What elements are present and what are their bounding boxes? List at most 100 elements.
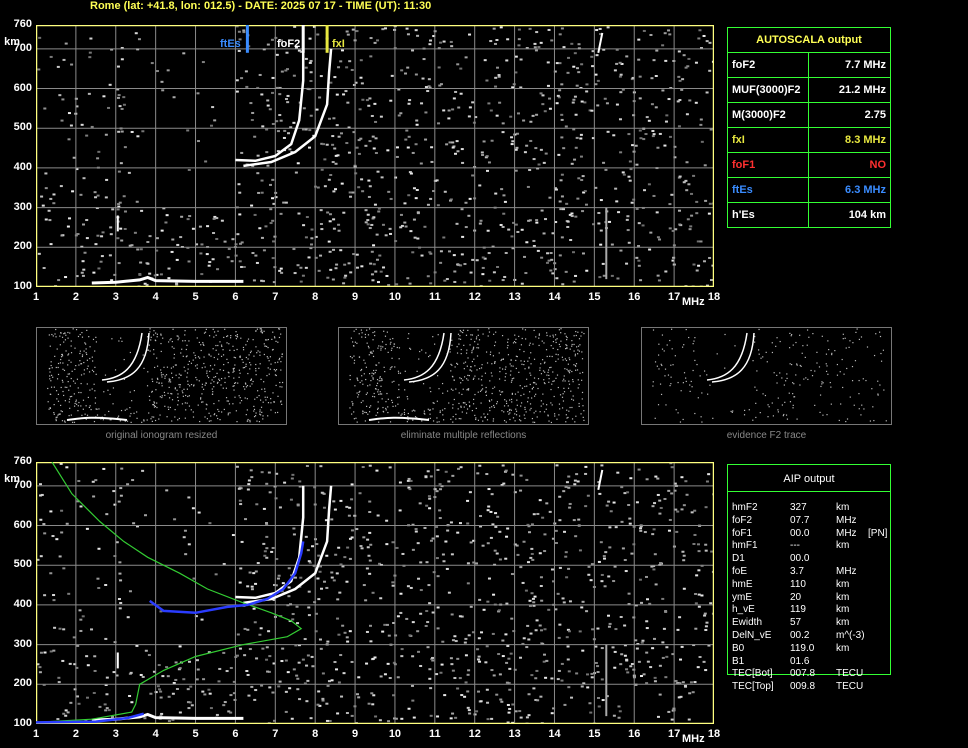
thumbnail-pixel xyxy=(224,377,226,379)
noise-pixel xyxy=(567,475,571,478)
noise-pixel xyxy=(449,40,453,43)
noise-pixel xyxy=(637,222,641,225)
thumbnail-pixel xyxy=(487,413,489,415)
thumbnail-pixel xyxy=(508,413,510,415)
noise-pixel xyxy=(317,554,321,557)
noise-pixel xyxy=(675,530,679,533)
noise-pixel xyxy=(486,718,490,721)
thumbnail-pixel xyxy=(842,333,844,335)
thumbnail-pixel xyxy=(537,378,540,380)
noise-pixel xyxy=(598,492,602,495)
thumbnail-pixel xyxy=(66,386,68,388)
noise-pixel xyxy=(680,88,684,91)
noise-pixel xyxy=(530,674,534,677)
thumbnail-pixel xyxy=(571,398,573,400)
noise-pixel xyxy=(583,190,587,193)
noise-pixel xyxy=(467,115,471,118)
noise-pixel xyxy=(703,164,707,167)
thumbnail-pixel xyxy=(238,395,240,397)
noise-pixel xyxy=(487,161,491,164)
thumbnail-pixel xyxy=(261,332,264,334)
noise-pixel xyxy=(260,93,264,96)
noise-pixel xyxy=(385,623,389,626)
thumbnail-pixel xyxy=(476,347,478,349)
thumbnail-pixel xyxy=(664,375,666,377)
noise-pixel xyxy=(709,602,713,605)
noise-pixel xyxy=(642,673,646,676)
noise-pixel xyxy=(96,194,100,197)
noise-pixel xyxy=(625,262,629,265)
thumbnail-pixel xyxy=(385,407,387,410)
noise-pixel xyxy=(105,513,109,516)
thumbnail-pixel xyxy=(262,401,264,403)
thumbnail-pixel xyxy=(208,420,210,422)
thumbnail-pixel xyxy=(753,341,756,343)
noise-pixel xyxy=(350,498,354,501)
thumbnail-pixel xyxy=(724,333,726,336)
noise-pixel xyxy=(490,717,494,720)
thumbnail-pixel xyxy=(520,344,523,346)
noise-pixel xyxy=(566,220,570,223)
autoscala-output-table: AUTOSCALA output foF2 7.7 MHz MUF(3000)F2 2… xyxy=(727,27,891,228)
thumbnail-pixel xyxy=(503,411,505,413)
noise-pixel xyxy=(161,89,165,92)
thumbnail-pixel xyxy=(67,373,69,375)
thumbnail-pixel xyxy=(184,402,186,404)
thumbnail-pixel xyxy=(59,362,62,364)
noise-pixel xyxy=(284,98,288,101)
noise-pixel xyxy=(485,79,489,82)
thumbnail-pixel xyxy=(468,401,470,403)
noise-pixel xyxy=(493,42,497,45)
noise-pixel xyxy=(697,593,701,596)
noise-pixel xyxy=(76,233,80,236)
noise-pixel xyxy=(345,66,349,69)
noise-pixel xyxy=(44,172,48,175)
thumbnail-pixel xyxy=(172,328,174,330)
thumbnail-pixel xyxy=(80,382,82,385)
thumbnail-pixel xyxy=(786,418,789,420)
noise-pixel xyxy=(566,71,570,74)
noise-pixel xyxy=(154,691,158,694)
noise-pixel xyxy=(535,113,539,116)
thumbnail-pixel xyxy=(86,329,88,332)
thumbnail-pixel xyxy=(371,372,373,374)
thumbnail-f2-trace xyxy=(403,332,445,381)
thumbnail-pixel xyxy=(799,364,801,367)
x-tick-label: 13 xyxy=(508,728,521,740)
noise-pixel xyxy=(486,509,490,512)
noise-pixel xyxy=(617,211,621,214)
noise-pixel xyxy=(497,653,501,656)
noise-pixel xyxy=(235,465,239,468)
noise-pixel xyxy=(629,168,633,171)
thumbnail-pixel xyxy=(246,340,249,342)
noise-pixel xyxy=(67,138,71,141)
noise-pixel xyxy=(542,653,546,656)
noise-pixel xyxy=(607,500,611,503)
noise-pixel xyxy=(697,550,701,553)
thumbnail-pixel xyxy=(173,353,176,356)
thumbnail-pixel xyxy=(86,353,88,356)
noise-pixel xyxy=(330,518,334,521)
noise-pixel xyxy=(457,106,461,109)
noise-pixel xyxy=(519,566,523,569)
thumbnail-pixel xyxy=(400,414,402,416)
noise-pixel xyxy=(527,219,531,222)
noise-pixel xyxy=(325,554,329,557)
noise-pixel xyxy=(200,618,204,621)
thumbnail-pixel xyxy=(153,330,155,332)
noise-pixel xyxy=(382,266,386,269)
thumbnail-pixel xyxy=(518,335,520,338)
noise-pixel xyxy=(700,594,704,597)
noise-pixel xyxy=(620,653,624,656)
noise-pixel xyxy=(547,28,551,31)
thumbnail-pixel xyxy=(803,378,805,380)
aip-label: h_vE xyxy=(732,604,755,616)
thumbnail-pixel xyxy=(171,372,173,374)
noise-pixel xyxy=(119,227,123,230)
thumbnail-pixel xyxy=(567,363,569,365)
noise-pixel xyxy=(383,27,387,30)
noise-pixel xyxy=(329,173,333,176)
thumbnail-pixel xyxy=(159,414,161,416)
noise-pixel xyxy=(343,263,347,266)
thumbnail-pixel xyxy=(370,352,372,354)
